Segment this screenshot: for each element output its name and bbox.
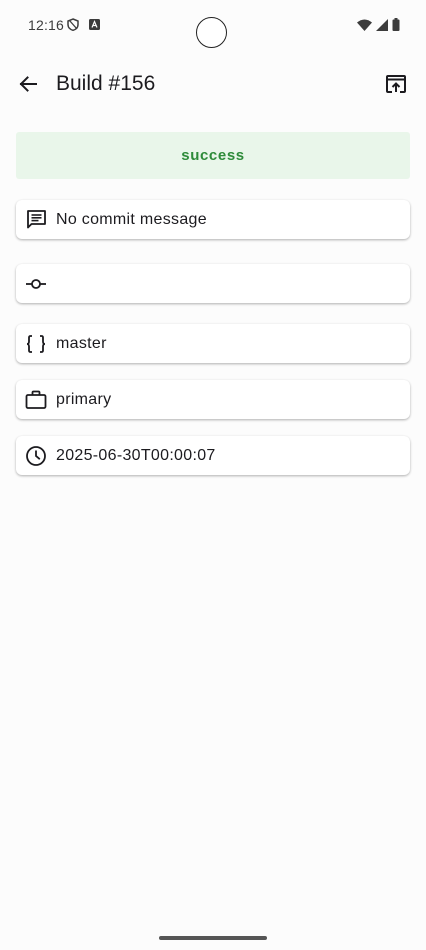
status-left-icons	[67, 18, 100, 31]
screen: 12:16 Build #156 success No commit messa…	[0, 0, 426, 950]
timestamp-card[interactable]: 2025-06-30T00:00:07	[16, 436, 410, 475]
branch-label: master	[56, 334, 107, 352]
status-bar: 12:16	[0, 0, 426, 50]
app-notification-icon	[89, 19, 100, 30]
status-time: 12:16	[28, 17, 65, 33]
camera-cutout	[196, 17, 227, 48]
worker-label: primary	[56, 390, 112, 408]
app-bar: Build #156	[0, 58, 426, 110]
commit-message-card[interactable]: No commit message	[16, 200, 410, 239]
braces-icon	[25, 333, 47, 355]
clock-icon	[25, 445, 47, 467]
battery-icon	[392, 18, 400, 31]
arrow-back-icon	[19, 76, 37, 92]
shield-icon	[67, 18, 79, 31]
timestamp-label: 2025-06-30T00:00:07	[56, 446, 216, 464]
briefcase-icon	[25, 389, 47, 411]
message-icon	[25, 209, 47, 231]
commit-message-label: No commit message	[56, 210, 207, 228]
commit-hash-card[interactable]	[16, 264, 410, 303]
gesture-navigation-bar[interactable]	[159, 936, 267, 940]
open-in-browser-button[interactable]	[382, 70, 410, 98]
commit-icon	[25, 273, 47, 295]
back-button[interactable]	[14, 70, 42, 98]
status-right-icons	[357, 18, 400, 31]
signal-icon	[376, 18, 388, 31]
wifi-icon	[357, 19, 372, 31]
open-in-browser-icon	[386, 75, 406, 93]
build-status-banner: success	[16, 132, 410, 179]
branch-card[interactable]: master	[16, 324, 410, 363]
worker-card[interactable]: primary	[16, 380, 410, 419]
page-title: Build #156	[56, 72, 156, 95]
